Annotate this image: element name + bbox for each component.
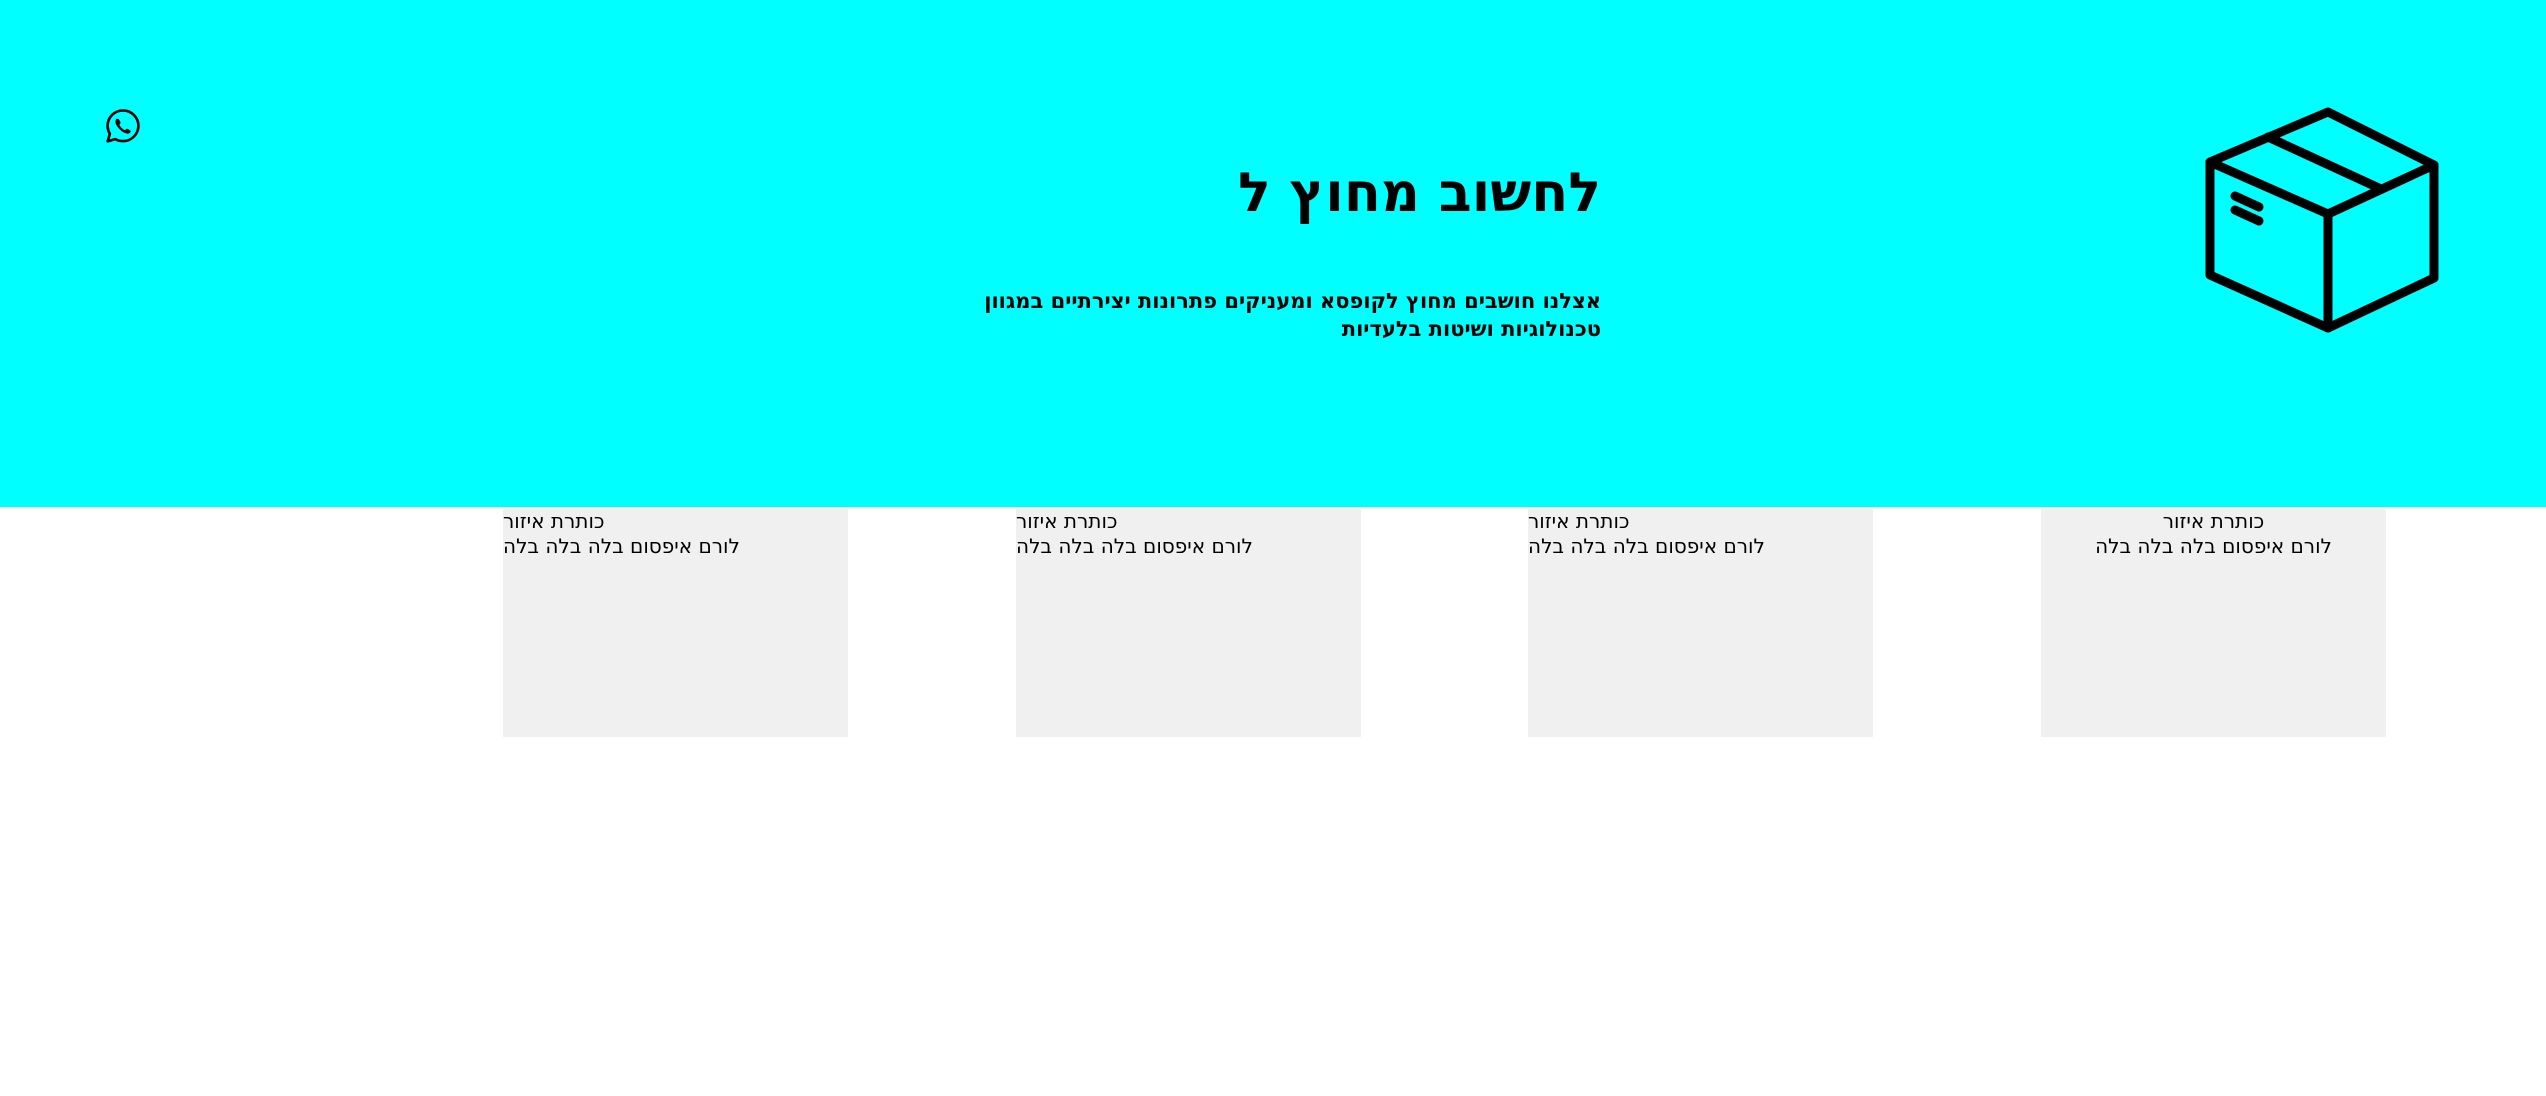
box-icon-graphic: [2205, 107, 2439, 333]
hero-title: לחשוב מחוץ ל: [1238, 161, 1601, 224]
whatsapp-icon-graphic: [106, 109, 140, 143]
area-card-text: לורם איפסום בלה בלה בלה: [503, 534, 740, 558]
area-card: כותרת איזור לורם איפסום בלה בלה בלה: [503, 509, 848, 737]
area-card-title: כותרת איזור: [1528, 509, 1630, 533]
box-icon: [2205, 107, 2439, 333]
area-card: כותרת איזור לורם איפסום בלה בלה בלה: [1528, 509, 1873, 737]
whatsapp-icon[interactable]: [104, 107, 142, 145]
area-card-text: לורם איפסום בלה בלה בלה: [1016, 534, 1253, 558]
area-card: כותרת איזור לורם איפסום בלה בלה בלה: [1016, 509, 1361, 737]
area-card-text: לורם איפסום בלה בלה בלה: [2095, 534, 2332, 558]
hero-description: אצלנו חושבים מחוץ לקופסא ומעניקים פתרונו…: [984, 289, 1601, 341]
hero-section: לחשוב מחוץ ל אצלנו חושבים מחוץ לקופסא ומ…: [0, 0, 2546, 507]
area-card: כותרת איזור לורם איפסום בלה בלה בלה: [2041, 509, 2386, 737]
area-card-text: לורם איפסום בלה בלה בלה: [1528, 534, 1765, 558]
area-card-title: כותרת איזור: [503, 509, 605, 533]
area-card-title: כותרת איזור: [1016, 509, 1118, 533]
landing-page: לחשוב מחוץ ל אצלנו חושבים מחוץ לקופסא ומ…: [0, 0, 2546, 1096]
area-card-title: כותרת איזור: [2162, 509, 2265, 533]
